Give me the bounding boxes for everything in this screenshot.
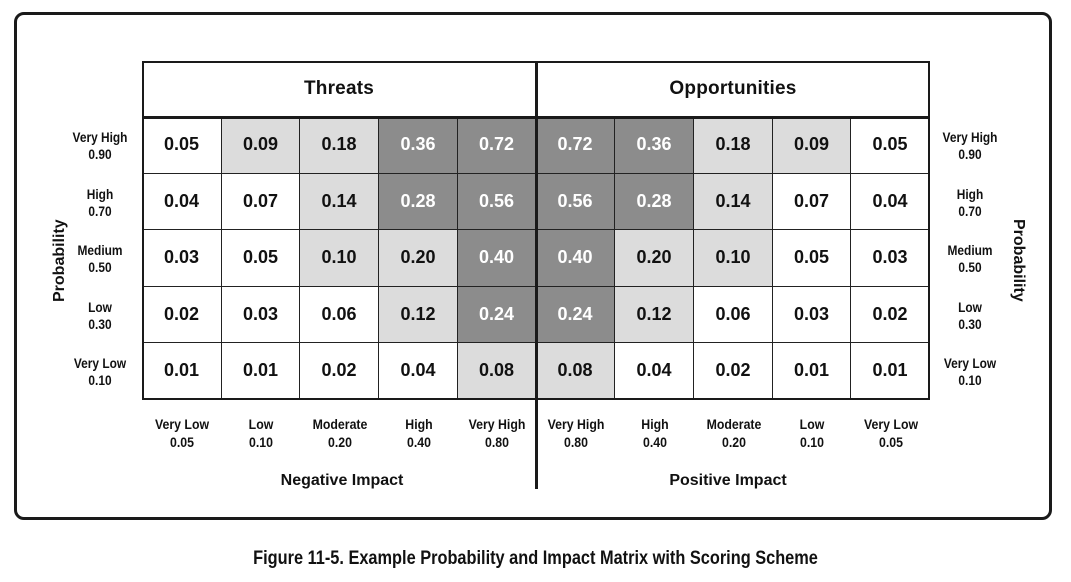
column-label: Very Low 0.05 [851, 415, 930, 451]
row-label-name: Low [958, 298, 982, 315]
column-label-value: 0.40 [406, 434, 431, 450]
row-label-right: Medium 0.50 [936, 242, 1004, 276]
column-label-value: 0.20 [721, 434, 746, 450]
column-label-name: Very High [468, 416, 526, 432]
column-label-name: Low [248, 416, 274, 432]
column-label-name: Very High [547, 416, 604, 432]
row-label-value: 0.90 [958, 146, 982, 162]
column-label-value: 0.05 [170, 434, 194, 450]
column-label: High 0.40 [379, 415, 458, 451]
row-label-left: Very Low 0.10 [66, 355, 134, 389]
column-label-value: 0.10 [800, 434, 824, 450]
row-label-value: 0.50 [88, 259, 112, 275]
row-label-value: 0.30 [958, 315, 982, 332]
row-label-name: High [956, 185, 984, 202]
column-label-name: Very Low [154, 416, 210, 432]
row-label-left: High 0.70 [66, 186, 134, 220]
column-label: Very High 0.80 [536, 415, 615, 451]
row-label-name: Very High [942, 129, 998, 145]
column-label-value: 0.40 [642, 434, 667, 450]
column-label-value: 0.80 [563, 434, 588, 450]
column-label-value: 0.80 [485, 434, 509, 450]
row-label-value: 0.50 [958, 259, 982, 275]
column-label-name: Very Low [863, 416, 918, 432]
column-label: High 0.40 [615, 415, 694, 451]
row-label-name: High [86, 185, 114, 202]
probability-axis-title-left: Probability [51, 219, 68, 302]
column-label-name: Moderate [706, 416, 761, 432]
negative-impact-axis-title: Negative Impact [280, 472, 404, 489]
row-label-value: 0.70 [88, 202, 112, 219]
column-label: Low 0.10 [772, 415, 851, 451]
row-label-value: 0.10 [958, 372, 982, 388]
row-label-right: Low 0.30 [936, 299, 1004, 333]
row-label-value: 0.90 [88, 146, 112, 162]
column-label-value: 0.20 [327, 434, 352, 450]
column-label: Moderate 0.20 [694, 415, 773, 451]
row-label-value: 0.30 [88, 315, 112, 332]
row-label-name: Very Low [943, 355, 997, 371]
column-label-name: Low [799, 416, 825, 432]
row-label-value: 0.10 [88, 372, 112, 388]
row-label-left: Medium 0.50 [66, 242, 134, 276]
column-label-value: 0.05 [878, 434, 903, 450]
row-label-left: Low 0.30 [66, 299, 134, 333]
row-label-right: Very High 0.90 [936, 129, 1004, 163]
column-label: Low 0.10 [221, 415, 300, 451]
column-label-name: High [640, 416, 669, 432]
positive-impact-axis-title: Positive Impact [669, 472, 787, 489]
column-label: Very High 0.80 [457, 415, 536, 451]
figure-caption: Figure 11-5. Example Probability and Imp… [253, 548, 818, 569]
row-label-name: Low [88, 298, 112, 315]
row-label-name: Very High [72, 129, 128, 145]
row-label-left: Very High 0.90 [66, 129, 134, 163]
row-label-right: Very Low 0.10 [936, 355, 1004, 389]
probability-axis-title-right: Probability [1010, 219, 1027, 302]
row-label-right: High 0.70 [936, 186, 1004, 220]
row-label-name: Medium [77, 242, 123, 258]
column-label: Very Low 0.05 [142, 415, 221, 451]
column-label-name: High [404, 416, 433, 432]
row-label-name: Medium [947, 242, 993, 258]
row-label-value: 0.70 [958, 202, 982, 219]
column-label: Moderate 0.20 [300, 415, 379, 451]
column-label-name: Moderate [312, 416, 367, 432]
row-label-name: Very Low [73, 355, 127, 371]
column-label-value: 0.10 [249, 434, 273, 450]
